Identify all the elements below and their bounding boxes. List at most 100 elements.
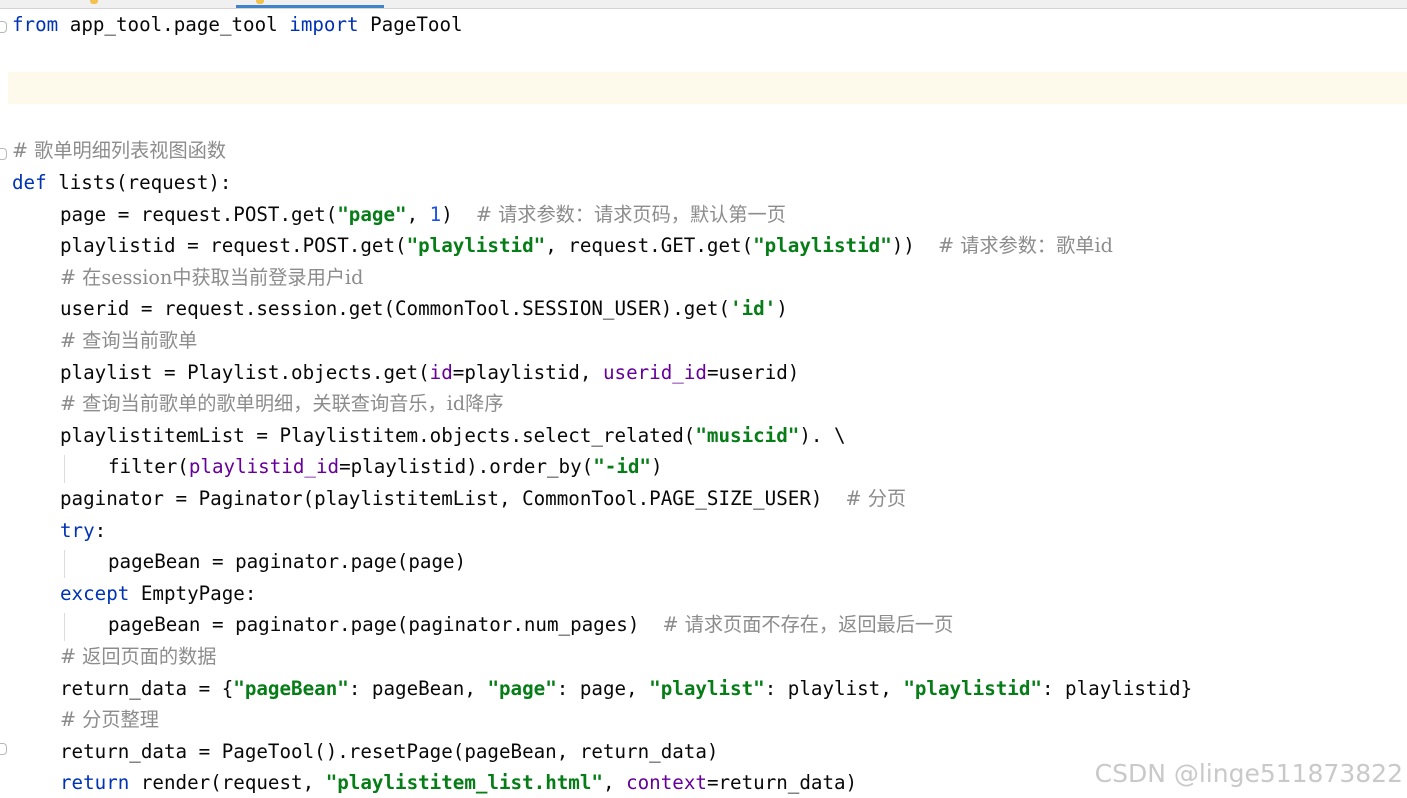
code-line[interactable]: paginator = Paginator(playlistitemList, … — [60, 483, 906, 515]
code-line[interactable]: try: — [60, 515, 106, 547]
code-line[interactable]: pageBean = paginator.page(page) — [108, 546, 466, 578]
code-token: playlistid_id — [188, 455, 340, 479]
code-token: EmptyPage: — [129, 581, 257, 605]
indent-guide — [64, 550, 65, 578]
code-editor[interactable]: from app_tool.page_tool import PageTool #… — [0, 0, 1407, 798]
code-token: # 歌单明细列表视图函数 — [12, 139, 227, 163]
code-token: # 查询当前歌单 — [60, 329, 198, 352]
code-token: filter( — [108, 455, 189, 479]
code-token: return_data = PageTool().resetPage(pageB… — [60, 739, 719, 763]
watermark: CSDN @linge511873822 — [1094, 759, 1403, 788]
fold-marker-icon[interactable] — [0, 743, 7, 755]
code-token: ) — [441, 202, 476, 226]
code-line[interactable]: except EmptyPage: — [60, 578, 256, 610]
code-token: ). \ — [799, 423, 846, 447]
code-token: playlist = Playlist.objects.get( — [60, 360, 430, 384]
code-token: "musicid" — [695, 423, 800, 447]
code-token: playlistid = request.POST.get( — [60, 234, 407, 258]
code-token: # 请求页面不存在，返回最后一页 — [662, 613, 954, 637]
code-token: pageBean = paginator.page(page) — [108, 550, 467, 574]
code-line[interactable]: from app_tool.page_tool import PageTool — [12, 9, 463, 41]
python-file-icon — [256, 0, 264, 4]
code-token: , — [406, 202, 430, 226]
code-token: "-id" — [593, 455, 651, 479]
code-line[interactable]: # 查询当前歌单 — [60, 325, 197, 357]
code-token: paginator = Paginator(playlistitemList, … — [60, 487, 846, 510]
code-token: # 在session中获取当前登录用户id — [60, 265, 364, 289]
code-token: render(request, — [129, 771, 326, 795]
code-token: from — [12, 13, 59, 36]
code-token: : playlistid} — [1041, 676, 1193, 700]
code-line[interactable]: return_data = {"pageBean": pageBean, "pa… — [60, 673, 1192, 705]
current-line-highlight — [8, 72, 1407, 104]
indent-guide — [64, 455, 65, 483]
code-token: lists(request): — [46, 171, 232, 194]
code-line[interactable]: userid = request.session.get(CommonTool.… — [60, 293, 788, 325]
code-token: import — [289, 13, 359, 36]
code-token: , — [602, 771, 627, 795]
code-token: ) — [776, 297, 788, 321]
code-token: , request.GET.get( — [545, 234, 754, 258]
code-line[interactable]: filter(playlistid_id=playlistid).order_b… — [108, 451, 663, 483]
code-token: "page" — [487, 676, 557, 700]
code-token: "page" — [337, 202, 407, 226]
code-token: : pageBean, — [348, 676, 488, 700]
code-line[interactable]: # 查询当前歌单的歌单明细，关联查询音乐，id降序 — [60, 388, 504, 420]
code-token: =playlistid, — [452, 360, 603, 384]
code-token: 'id' — [730, 297, 777, 321]
code-token: =userid) — [706, 360, 800, 384]
code-token: page = request.POST.get( — [60, 202, 338, 226]
code-line[interactable]: # 返回页面的数据 — [60, 641, 217, 673]
code-token: id — [429, 360, 453, 384]
code-token: # 分页整理 — [60, 708, 159, 732]
code-token: : page, — [556, 676, 650, 700]
code-line[interactable]: page = request.POST.get("page", 1) # 请求参… — [60, 199, 786, 231]
code-token: "playlist" — [649, 676, 765, 700]
editor-tab-strip — [0, 0, 1407, 9]
code-token: # 分页 — [845, 487, 907, 510]
code-line[interactable]: return render(request, "playlistitem_lis… — [60, 767, 857, 798]
code-token: # 查询当前歌单的歌单明细，关联查询音乐，id降序 — [60, 392, 504, 416]
code-token: "pageBean" — [233, 676, 349, 700]
code-token: return — [60, 771, 130, 795]
code-token: def — [12, 171, 47, 194]
python-file-icon — [90, 0, 98, 4]
code-line[interactable]: return_data = PageTool().resetPage(pageB… — [60, 736, 718, 768]
code-line[interactable]: # 分页整理 — [60, 704, 159, 736]
code-token: except — [60, 581, 130, 605]
fold-marker-icon[interactable] — [0, 21, 7, 33]
code-line[interactable]: playlistitemList = Playlistitem.objects.… — [60, 420, 846, 452]
code-token: try — [60, 518, 95, 542]
code-token: ) — [650, 455, 663, 479]
code-token: userid_id — [602, 360, 707, 384]
code-token: context — [626, 771, 707, 795]
code-token: return_data = { — [60, 676, 234, 700]
code-token: =return_data) — [706, 771, 858, 795]
code-token: "playlistid" — [753, 234, 892, 258]
code-token: # 请求参数：歌单id — [937, 234, 1113, 258]
fold-marker-icon[interactable] — [0, 148, 7, 160]
code-line[interactable]: playlist = Playlist.objects.get(id=playl… — [60, 357, 799, 389]
code-line[interactable]: playlistid = request.POST.get( "playlisti… — [60, 230, 1113, 262]
code-token: userid = request.session.get(CommonTool.… — [60, 297, 731, 321]
code-token: )) — [891, 234, 938, 258]
code-token: # 返回页面的数据 — [60, 645, 217, 668]
code-token: pageBean = paginator.page(paginator.num_… — [108, 613, 663, 637]
code-line[interactable]: # 在session中获取当前登录用户id — [60, 262, 363, 294]
code-token: # 请求参数：请求页码，默认第一页 — [475, 202, 786, 226]
code-token: "playlistid" — [903, 676, 1042, 700]
editor-gutter — [0, 9, 8, 798]
code-token: 1 — [429, 202, 442, 226]
code-token: : — [94, 518, 107, 542]
code-line[interactable]: def lists(request): — [12, 167, 232, 199]
code-line[interactable]: pageBean = paginator.page(paginator.num_… — [108, 609, 953, 641]
code-token: "playlistitem_list.html" — [325, 771, 603, 795]
code-line[interactable]: # 歌单明细列表视图函数 — [12, 135, 226, 167]
code-token: PageTool — [358, 13, 463, 36]
code-token: playlistitemList = Playlistitem.objects.… — [60, 423, 696, 447]
code-token: : playlist, — [764, 676, 904, 700]
active-tab-indicator[interactable] — [236, 5, 384, 8]
code-token: app_tool.page_tool — [58, 13, 290, 36]
indent-guide — [64, 613, 65, 641]
code-token: =playlistid).order_by( — [339, 455, 594, 479]
